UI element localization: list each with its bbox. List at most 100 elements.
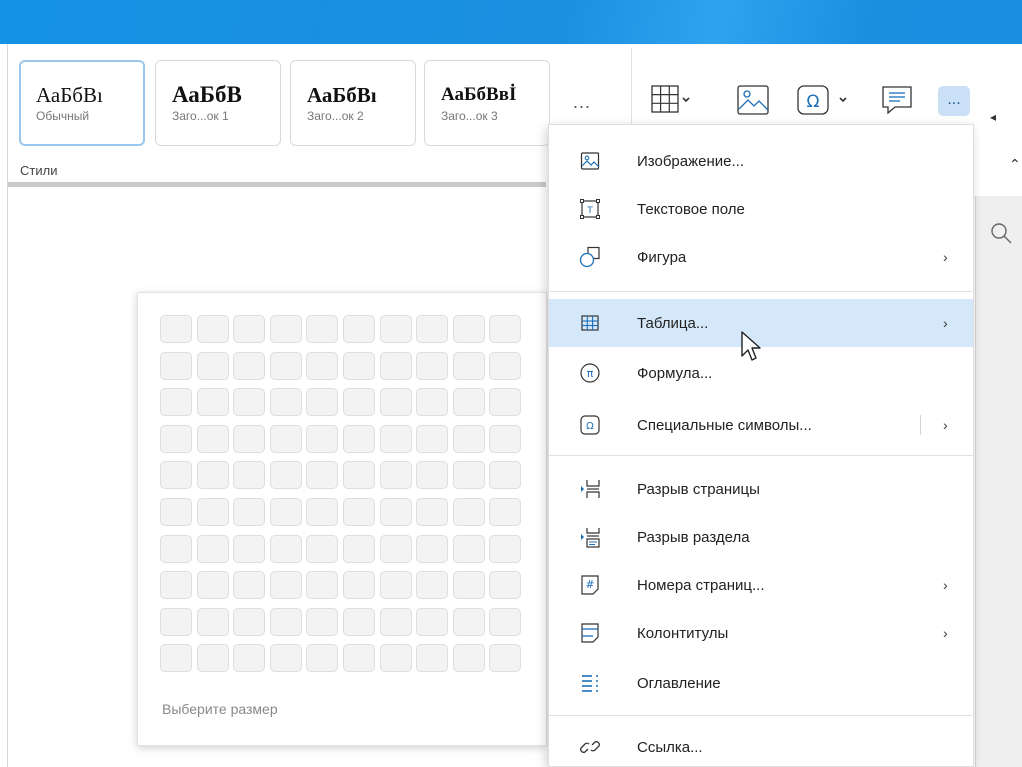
submenu-arrow-icon[interactable]: › <box>943 417 948 433</box>
table-size-cell[interactable] <box>489 607 522 636</box>
table-size-cell[interactable] <box>306 461 339 490</box>
table-size-cell[interactable] <box>233 607 266 636</box>
menu-item-section-break[interactable]: Разрыв раздела <box>549 513 973 561</box>
table-size-cell[interactable] <box>160 461 192 490</box>
table-size-cell[interactable] <box>196 644 229 673</box>
table-size-cell[interactable] <box>379 644 412 673</box>
menu-item-shape[interactable]: Фигура › <box>549 233 973 281</box>
table-size-cell[interactable] <box>343 461 375 490</box>
table-size-cell[interactable] <box>160 388 192 417</box>
table-size-cell[interactable] <box>343 607 375 636</box>
table-size-cell[interactable] <box>160 498 192 526</box>
menu-item-text-box[interactable]: T Текстовое поле <box>549 185 973 233</box>
table-size-cell[interactable] <box>379 424 412 453</box>
table-size-cell[interactable] <box>233 498 266 526</box>
table-size-cell[interactable] <box>379 571 412 600</box>
table-size-cell[interactable] <box>379 388 412 417</box>
table-size-cell[interactable] <box>452 644 485 673</box>
table-size-cell[interactable] <box>489 461 522 490</box>
table-size-cell[interactable] <box>489 388 522 417</box>
menu-item-page-numbers[interactable]: # Номера страниц... › <box>549 561 973 609</box>
table-size-cell[interactable] <box>452 498 485 526</box>
table-size-cell[interactable] <box>343 315 375 343</box>
table-size-cell[interactable] <box>269 644 302 673</box>
table-size-cell[interactable] <box>269 607 302 636</box>
table-size-cell[interactable] <box>233 534 266 563</box>
table-size-cell[interactable] <box>416 315 449 343</box>
table-size-cell[interactable] <box>452 351 485 380</box>
style-normal[interactable]: АаБбВı Обычный <box>19 60 145 146</box>
table-size-cell[interactable] <box>233 351 266 380</box>
table-size-cell[interactable] <box>233 571 266 600</box>
table-size-cell[interactable] <box>452 607 485 636</box>
menu-item-image[interactable]: Изображение... <box>549 137 973 185</box>
table-size-cell[interactable] <box>343 644 375 673</box>
table-size-cell[interactable] <box>452 461 485 490</box>
table-size-cell[interactable] <box>416 351 449 380</box>
table-size-cell[interactable] <box>196 388 229 417</box>
more-insert-button[interactable]: ... <box>938 86 970 116</box>
table-size-cell[interactable] <box>306 571 339 600</box>
table-size-cell[interactable] <box>160 607 192 636</box>
table-size-cell[interactable] <box>343 534 375 563</box>
table-size-cell[interactable] <box>196 571 229 600</box>
style-heading-3[interactable]: АаБбВвİ Заго...ок 3 <box>424 60 550 146</box>
table-size-cell[interactable] <box>416 388 449 417</box>
table-size-cell[interactable] <box>306 351 339 380</box>
insert-image-button[interactable] <box>736 82 770 118</box>
table-size-cell[interactable] <box>416 534 449 563</box>
insert-comment-button[interactable] <box>880 82 914 118</box>
table-size-cell[interactable] <box>160 351 192 380</box>
table-size-cell[interactable] <box>196 351 229 380</box>
table-size-cell[interactable] <box>233 315 266 343</box>
table-size-cell[interactable] <box>196 315 229 343</box>
table-size-cell[interactable] <box>196 607 229 636</box>
menu-item-special-chars[interactable]: Ω Специальные символы... › <box>549 401 973 449</box>
table-size-cell[interactable] <box>196 461 229 490</box>
table-size-cell[interactable] <box>306 607 339 636</box>
table-size-cell[interactable] <box>416 498 449 526</box>
table-size-cell[interactable] <box>452 534 485 563</box>
table-size-cell[interactable] <box>343 388 375 417</box>
table-size-cell[interactable] <box>379 534 412 563</box>
table-size-cell[interactable] <box>269 424 302 453</box>
table-size-cell[interactable] <box>269 351 302 380</box>
table-size-cell[interactable] <box>160 534 192 563</box>
table-size-cell[interactable] <box>160 571 192 600</box>
table-size-cell[interactable] <box>416 424 449 453</box>
menu-item-page-break[interactable]: Разрыв страницы <box>549 465 973 513</box>
table-size-cell[interactable] <box>160 315 192 343</box>
style-heading-2[interactable]: АаБбВı Заго...ок 2 <box>290 60 416 146</box>
table-size-cell[interactable] <box>489 644 522 673</box>
table-size-cell[interactable] <box>233 461 266 490</box>
table-size-cell[interactable] <box>233 388 266 417</box>
table-size-cell[interactable] <box>343 424 375 453</box>
table-size-cell[interactable] <box>269 388 302 417</box>
menu-item-link[interactable]: Ссылка... <box>549 723 973 767</box>
table-size-cell[interactable] <box>233 644 266 673</box>
collapse-ribbon-icon[interactable]: ⌃ <box>1009 156 1021 173</box>
table-size-cell[interactable] <box>416 571 449 600</box>
table-size-cell[interactable] <box>416 461 449 490</box>
table-size-cell[interactable] <box>196 424 229 453</box>
menu-item-header-footer[interactable]: Колонтитулы › <box>549 609 973 657</box>
table-size-cell[interactable] <box>416 644 449 673</box>
table-size-cell[interactable] <box>489 534 522 563</box>
table-size-cell[interactable] <box>269 498 302 526</box>
scroll-left-icon[interactable]: ◂ <box>990 110 996 124</box>
insert-table-button[interactable] <box>650 82 690 118</box>
table-size-cell[interactable] <box>306 644 339 673</box>
table-size-cell[interactable] <box>269 315 302 343</box>
insert-symbol-button[interactable]: Ω <box>796 82 858 118</box>
table-size-cell[interactable] <box>452 315 485 343</box>
table-size-cell[interactable] <box>196 498 229 526</box>
table-size-cell[interactable] <box>489 498 522 526</box>
menu-item-toc[interactable]: Оглавление <box>549 659 973 707</box>
table-size-cell[interactable] <box>306 534 339 563</box>
table-size-cell[interactable] <box>489 315 522 343</box>
table-size-cell[interactable] <box>343 351 375 380</box>
table-size-cell[interactable] <box>416 607 449 636</box>
table-size-cell[interactable] <box>306 424 339 453</box>
table-size-cell[interactable] <box>306 388 339 417</box>
table-size-cell[interactable] <box>379 607 412 636</box>
